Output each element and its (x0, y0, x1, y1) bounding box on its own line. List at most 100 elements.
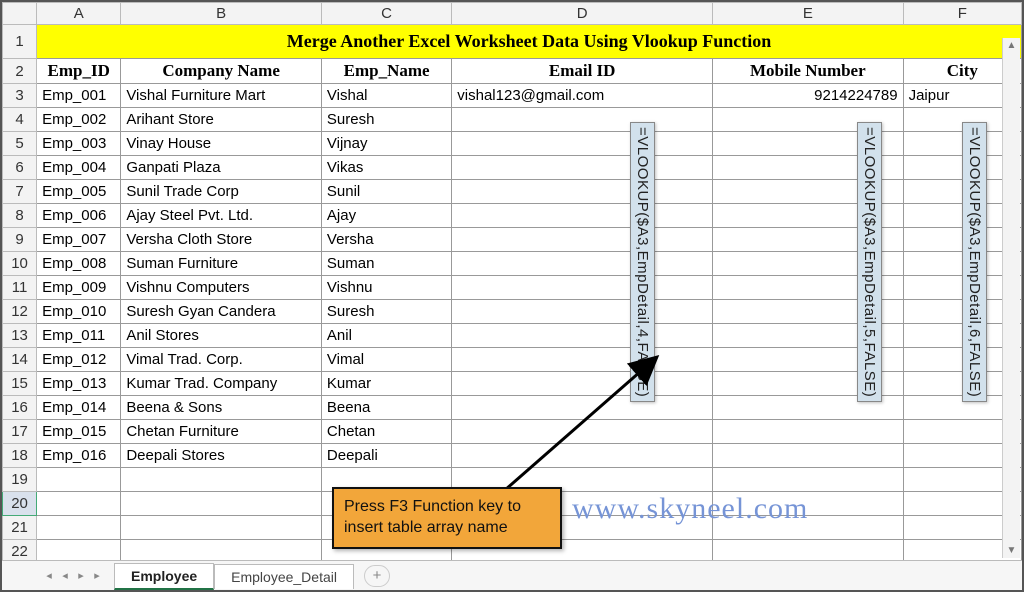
cell-empty[interactable] (37, 492, 121, 516)
tab-last-icon[interactable]: ▸ (90, 569, 104, 583)
sheet-title[interactable]: Merge Another Excel Worksheet Data Using… (37, 25, 1022, 59)
cell-A4[interactable]: Emp_002 (37, 108, 121, 132)
tab-prev-icon[interactable]: ◂ (58, 569, 72, 583)
cell-B13[interactable]: Anil Stores (121, 324, 322, 348)
hdr-emp-id[interactable]: Emp_ID (37, 59, 121, 84)
row-header[interactable]: 14 (3, 348, 37, 372)
tab-employee-detail[interactable]: Employee_Detail (214, 564, 354, 589)
cell-empty[interactable] (37, 468, 121, 492)
hdr-emp-name[interactable]: Emp_Name (321, 59, 451, 84)
cell-C16[interactable]: Beena (321, 396, 451, 420)
row-header[interactable]: 21 (3, 516, 37, 540)
row-header[interactable]: 11 (3, 276, 37, 300)
cell-B7[interactable]: Sunil Trade Corp (121, 180, 322, 204)
cell-A15[interactable]: Emp_013 (37, 372, 121, 396)
cell-B12[interactable]: Suresh Gyan Candera (121, 300, 322, 324)
cell-E18[interactable] (713, 444, 904, 468)
cell-D11[interactable] (452, 276, 713, 300)
cell-D18[interactable] (452, 444, 713, 468)
row-header[interactable]: 7 (3, 180, 37, 204)
row-header[interactable]: 12 (3, 300, 37, 324)
cell-D5[interactable] (452, 132, 713, 156)
cell-empty[interactable] (713, 468, 904, 492)
cell-empty[interactable] (121, 492, 322, 516)
cell-D7[interactable] (452, 180, 713, 204)
row-header[interactable]: 1 (3, 25, 37, 59)
cell-empty[interactable] (121, 468, 322, 492)
cell-B15[interactable]: Kumar Trad. Company (121, 372, 322, 396)
cell-B6[interactable]: Ganpati Plaza (121, 156, 322, 180)
cell-C14[interactable]: Vimal (321, 348, 451, 372)
cell-C6[interactable]: Vikas (321, 156, 451, 180)
cell-A3[interactable]: Emp_001 (37, 84, 121, 108)
row-header[interactable]: 20 (3, 492, 37, 516)
cell-C13[interactable]: Anil (321, 324, 451, 348)
cell-B9[interactable]: Versha Cloth Store (121, 228, 322, 252)
select-all-corner[interactable] (3, 3, 37, 25)
cell-B14[interactable]: Vimal Trad. Corp. (121, 348, 322, 372)
cell-A9[interactable]: Emp_007 (37, 228, 121, 252)
cell-A12[interactable]: Emp_010 (37, 300, 121, 324)
hdr-email[interactable]: Email ID (452, 59, 713, 84)
cell-D12[interactable] (452, 300, 713, 324)
cell-D13[interactable] (452, 324, 713, 348)
cell-C5[interactable]: Vijnay (321, 132, 451, 156)
cell-empty[interactable] (37, 516, 121, 540)
cell-A11[interactable]: Emp_009 (37, 276, 121, 300)
row-header[interactable]: 9 (3, 228, 37, 252)
vertical-scrollbar[interactable]: ▲ ▼ (1002, 38, 1020, 558)
cell-D16[interactable] (452, 396, 713, 420)
cell-B8[interactable]: Ajay Steel Pvt. Ltd. (121, 204, 322, 228)
cell-C7[interactable]: Sunil (321, 180, 451, 204)
row-header[interactable]: 15 (3, 372, 37, 396)
cell-B11[interactable]: Vishnu Computers (121, 276, 322, 300)
cell-A14[interactable]: Emp_012 (37, 348, 121, 372)
cell-A6[interactable]: Emp_004 (37, 156, 121, 180)
cell-C11[interactable]: Vishnu (321, 276, 451, 300)
col-header-C[interactable]: C (321, 3, 451, 25)
scroll-up-icon[interactable]: ▲ (1005, 38, 1019, 53)
row-header[interactable]: 18 (3, 444, 37, 468)
tab-employee[interactable]: Employee (114, 563, 214, 590)
cell-E3[interactable]: 9214224789 (713, 84, 904, 108)
add-sheet-icon[interactable]: + (364, 565, 390, 587)
cell-B4[interactable]: Arihant Store (121, 108, 322, 132)
col-header-A[interactable]: A (37, 3, 121, 25)
cell-C9[interactable]: Versha (321, 228, 451, 252)
cell-D14[interactable] (452, 348, 713, 372)
cell-B5[interactable]: Vinay House (121, 132, 322, 156)
cell-C10[interactable]: Suman (321, 252, 451, 276)
cell-D10[interactable] (452, 252, 713, 276)
cell-A17[interactable]: Emp_015 (37, 420, 121, 444)
row-header[interactable]: 10 (3, 252, 37, 276)
hdr-mobile[interactable]: Mobile Number (713, 59, 904, 84)
cell-B3[interactable]: Vishal Furniture Mart (121, 84, 322, 108)
row-header[interactable]: 17 (3, 420, 37, 444)
cell-empty[interactable] (121, 516, 322, 540)
cell-B10[interactable]: Suman Furniture (121, 252, 322, 276)
cell-D4[interactable] (452, 108, 713, 132)
cell-A7[interactable]: Emp_005 (37, 180, 121, 204)
cell-C8[interactable]: Ajay (321, 204, 451, 228)
cell-A5[interactable]: Emp_003 (37, 132, 121, 156)
row-header[interactable]: 13 (3, 324, 37, 348)
hdr-company[interactable]: Company Name (121, 59, 322, 84)
cell-C15[interactable]: Kumar (321, 372, 451, 396)
row-header[interactable]: 19 (3, 468, 37, 492)
cell-A8[interactable]: Emp_006 (37, 204, 121, 228)
cell-D15[interactable] (452, 372, 713, 396)
row-header[interactable]: 16 (3, 396, 37, 420)
cell-C18[interactable]: Deepali (321, 444, 451, 468)
cell-D3[interactable]: vishal123@gmail.com (452, 84, 713, 108)
row-header[interactable]: 3 (3, 84, 37, 108)
col-header-B[interactable]: B (121, 3, 322, 25)
tab-next-icon[interactable]: ▸ (74, 569, 88, 583)
tab-first-icon[interactable]: ◂ (42, 569, 56, 583)
cell-D8[interactable] (452, 204, 713, 228)
cell-B18[interactable]: Deepali Stores (121, 444, 322, 468)
col-header-E[interactable]: E (713, 3, 904, 25)
cell-A10[interactable]: Emp_008 (37, 252, 121, 276)
cell-B17[interactable]: Chetan Furniture (121, 420, 322, 444)
cell-A16[interactable]: Emp_014 (37, 396, 121, 420)
col-header-D[interactable]: D (452, 3, 713, 25)
